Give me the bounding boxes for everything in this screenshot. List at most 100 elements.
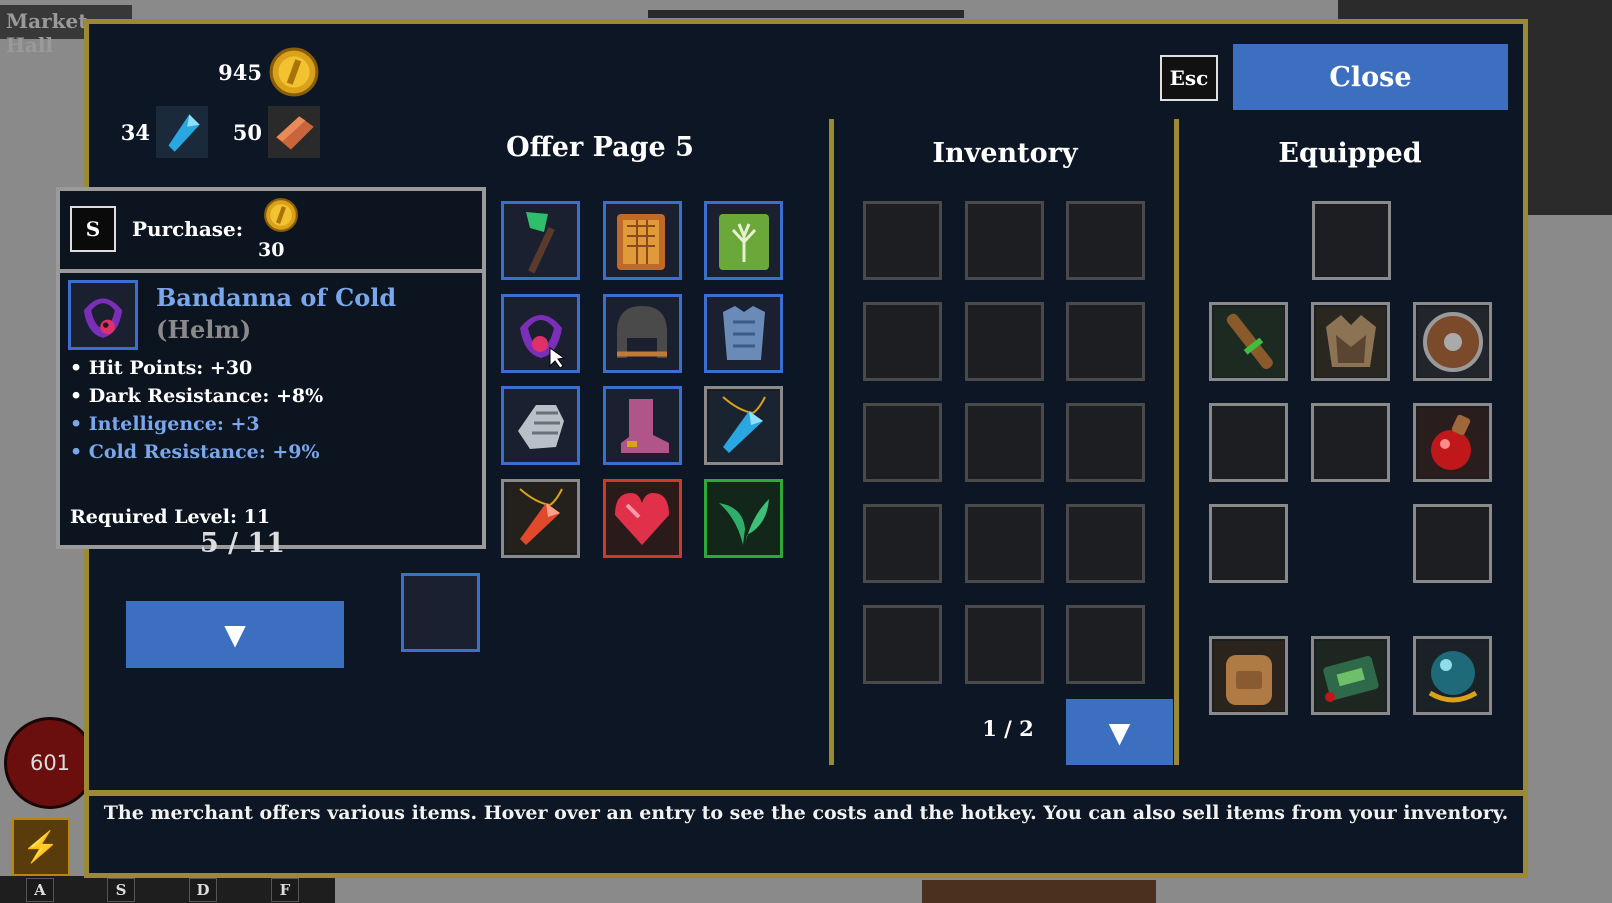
offer-item-green-tree-tome[interactable] [704, 201, 783, 280]
hotkey-a[interactable]: A [26, 878, 54, 902]
purchase-cost: 30 [258, 239, 285, 261]
offer-item-steel-gauntlet[interactable] [501, 386, 580, 465]
hotkey-f[interactable]: F [271, 878, 299, 902]
offer-item-red-crystal-amulet[interactable] [501, 478, 580, 558]
game-world-floor [922, 880, 1156, 903]
offer-item-ruby-heart[interactable] [602, 478, 682, 558]
copper-ingot-icon [266, 104, 322, 160]
blue-chestplate-icon [708, 298, 779, 368]
tooltip-stat: • Cold Resistance: +9% [70, 441, 320, 463]
equipped-title: Equipped [1278, 138, 1422, 169]
equip-slot-hands[interactable] [1209, 403, 1288, 482]
gold-coin-icon [263, 197, 299, 233]
green-tree-tome-icon [708, 205, 779, 276]
inventory-slot[interactable] [964, 302, 1044, 381]
ruby-heart-icon [607, 483, 677, 553]
column-divider-offer-inventory [829, 119, 834, 765]
tooltip-header: S Purchase: 30 [60, 191, 482, 273]
copper-amount: 50 [232, 120, 262, 145]
inventory-slot[interactable] [1066, 605, 1145, 684]
bandanna-of-cold-icon [505, 298, 576, 368]
footer-divider [89, 790, 1523, 796]
inventory-slot[interactable] [1066, 201, 1145, 280]
red-potion-icon [1417, 407, 1488, 478]
inventory-title: Inventory [932, 138, 1078, 169]
bandanna-icon [83, 298, 123, 338]
offer-item-pink-boots[interactable] [602, 386, 682, 465]
tooltip-stat: • Intelligence: +3 [70, 413, 260, 435]
chevron-down-icon: ▼ [1108, 715, 1131, 749]
inventory-slot[interactable] [1066, 403, 1145, 482]
crystal-amount: 34 [120, 120, 150, 145]
tooltip-required-level: Required Level: 11 [70, 506, 271, 528]
chevron-down-icon: ▼ [224, 618, 246, 651]
wooden-club-icon [1213, 306, 1284, 377]
pink-boots-icon [607, 390, 677, 461]
equip-slot-offhand[interactable] [1413, 302, 1492, 381]
steel-gauntlet-icon [505, 390, 576, 461]
offer-item-bandanna-of-cold[interactable] [501, 293, 580, 373]
level-page-indicator: 5 / 11 [200, 528, 286, 559]
inventory-slot[interactable] [863, 504, 942, 583]
esc-key[interactable]: Esc [1160, 55, 1218, 101]
inventory-slot[interactable] [863, 605, 942, 684]
inventory-slot[interactable] [964, 403, 1044, 482]
gold-amount: 945 [218, 60, 262, 85]
hotkey-d[interactable]: D [189, 878, 217, 902]
offer-item-emerald-staff[interactable] [501, 201, 580, 280]
inventory-slot[interactable] [1066, 504, 1145, 583]
inventory-slot[interactable] [964, 605, 1044, 684]
offer-item-orange-tome[interactable] [602, 201, 682, 280]
iron-helm-icon [607, 298, 677, 368]
tooltip-item-type: (Helm) [156, 315, 252, 344]
equip-slot-feet[interactable] [1311, 403, 1390, 482]
offer-item-blue-crystal-amulet[interactable] [704, 386, 783, 465]
equip-slot-bag-2[interactable] [1311, 636, 1390, 715]
offer-title: Offer Page 5 [506, 132, 694, 163]
crystal-orb-icon [1417, 640, 1488, 711]
hotkey-s[interactable]: S [107, 878, 135, 902]
red-crystal-amulet-icon [505, 483, 576, 553]
item-tooltip: S Purchase: 30 Bandanna of Cold (Helm) •… [56, 187, 486, 549]
equip-slot-ring-left[interactable] [1209, 504, 1288, 583]
tooltip-stat: • Dark Resistance: +8% [70, 385, 324, 407]
merchant-help-text: The merchant offers various items. Hover… [103, 802, 1509, 824]
inventory-slot[interactable] [863, 201, 942, 280]
purchase-label: Purchase: [132, 217, 244, 241]
column-divider-inventory-equipped [1174, 119, 1179, 765]
emerald-staff-icon [505, 205, 576, 276]
left-next-page-button[interactable]: ▼ [126, 601, 344, 668]
equip-slot-weapon[interactable] [1209, 302, 1288, 381]
tooltip-item-name: Bandanna of Cold [156, 283, 397, 312]
green-chest-icon [1315, 640, 1386, 711]
equip-slot-bag-3[interactable] [1413, 636, 1492, 715]
offer-item-blue-chestplate[interactable] [704, 293, 783, 373]
orange-tome-icon [607, 205, 677, 276]
equip-slot-head[interactable] [1312, 201, 1391, 280]
lightning-icon: ⚡ [22, 829, 60, 865]
inventory-next-page-button[interactable]: ▼ [1066, 699, 1173, 765]
equip-slot-potion[interactable] [1413, 403, 1492, 482]
equip-slot-ring-right[interactable] [1413, 504, 1492, 583]
inventory-slot[interactable] [1066, 302, 1145, 381]
round-shield-icon [1417, 306, 1488, 377]
health-value: 601 [29, 751, 71, 775]
inventory-slot[interactable] [863, 302, 942, 381]
purchase-hotkey: S [70, 206, 116, 252]
fur-armor-icon [1315, 306, 1386, 377]
tooltip-item-icon [68, 280, 138, 350]
skill-slot-lightning[interactable]: ⚡ [12, 818, 70, 876]
equip-slot-bag-1[interactable] [1209, 636, 1288, 715]
inventory-page-indicator: 1 / 2 [982, 716, 1034, 741]
inventory-slot[interactable] [964, 504, 1044, 583]
backpack-icon [1213, 640, 1284, 711]
equip-slot-chest[interactable] [1311, 302, 1390, 381]
gold-coin-icon [266, 44, 322, 100]
offer-item-iron-helm[interactable] [602, 293, 682, 373]
health-orb: 601 [4, 717, 96, 809]
offer-item-green-leaves[interactable] [704, 478, 783, 558]
buyback-slot[interactable] [401, 573, 480, 652]
inventory-slot[interactable] [863, 403, 942, 482]
inventory-slot[interactable] [964, 201, 1044, 280]
close-button[interactable]: Close [1233, 44, 1508, 110]
